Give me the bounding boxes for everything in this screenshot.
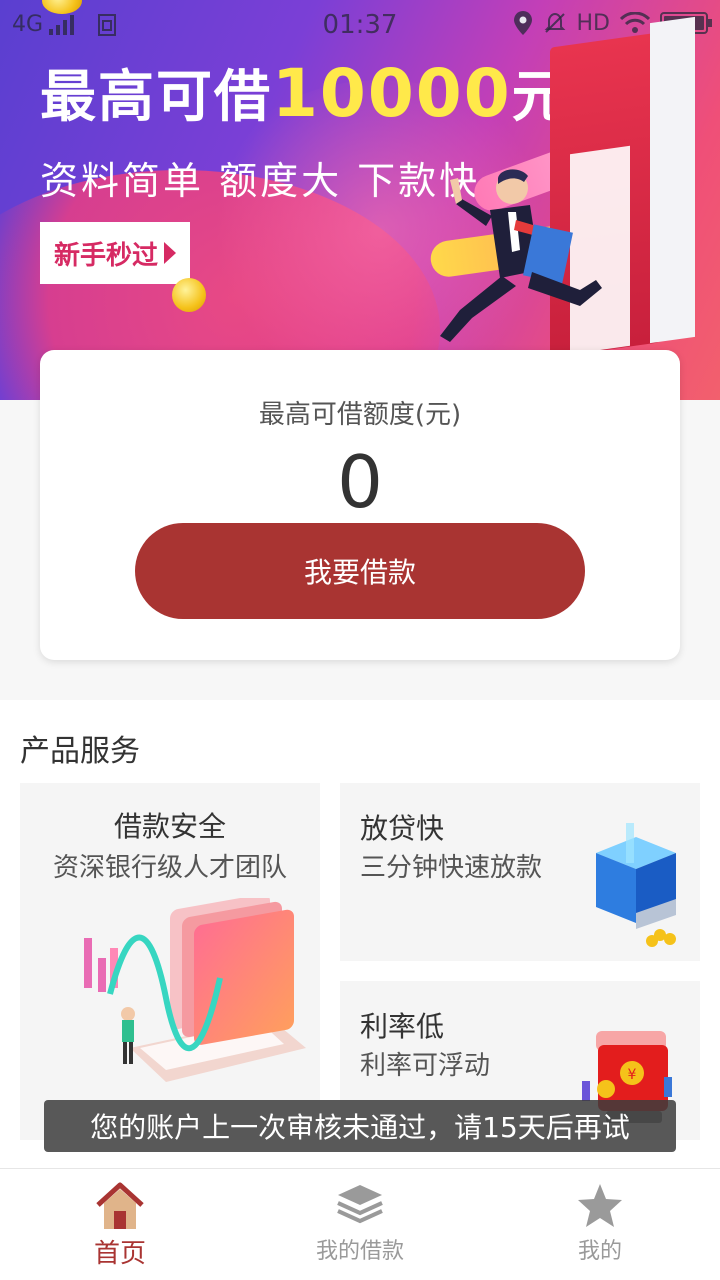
home-icon bbox=[96, 1182, 144, 1229]
tab-label: 首页 bbox=[93, 1239, 146, 1269]
play-arrow-icon bbox=[164, 242, 176, 264]
running-man-illustration bbox=[440, 169, 602, 342]
coin-machine-illustration bbox=[596, 823, 676, 947]
limit-label: 最高可借额度(元) bbox=[258, 400, 462, 430]
limit-card: 最高可借额度(元) 0 我要借款 bbox=[40, 350, 680, 660]
product-subtitle: 三分钟快速放款 bbox=[360, 853, 543, 883]
product-title: 利率低 bbox=[360, 1010, 445, 1043]
headline-prefix: 最高可借 bbox=[40, 65, 272, 130]
laptop-chart-illustration bbox=[84, 898, 306, 1082]
app-screen: 4G 01:37 HD 最高可借10000元 资料简单 额度大 下款快 新手秒过… bbox=[0, 0, 720, 1280]
star-icon bbox=[578, 1184, 622, 1227]
svg-text:¥: ¥ bbox=[628, 1067, 637, 1083]
headline-amount: 10000 bbox=[272, 55, 512, 132]
section-title: 产品服务 bbox=[20, 734, 140, 769]
newbie-fast-label: 新手秒过 bbox=[54, 240, 159, 271]
product-title: 借款安全 bbox=[113, 810, 226, 843]
location-icon bbox=[513, 11, 532, 35]
banner-headline: 最高可借10000元 bbox=[40, 52, 570, 133]
product-tile-safe[interactable]: 借款安全 资深银行级人才团队 bbox=[20, 783, 320, 1140]
tab-home[interactable]: 首页 bbox=[0, 1169, 240, 1280]
limit-value: 0 bbox=[337, 440, 383, 524]
newbie-fast-button[interactable]: 新手秒过 bbox=[40, 222, 190, 284]
bottom-tab-bar: 首页 我的借款 我的 bbox=[0, 1168, 720, 1280]
tab-my-loans[interactable]: 我的借款 bbox=[240, 1169, 480, 1280]
tab-label: 我的借款 bbox=[315, 1239, 404, 1264]
borrow-button[interactable]: 我要借款 bbox=[135, 523, 585, 619]
banner-subline: 资料简单 额度大 下款快 bbox=[40, 159, 481, 203]
promo-banner[interactable]: 4G 01:37 HD 最高可借10000元 资料简单 额度大 下款快 新手秒过 bbox=[0, 0, 720, 400]
layers-icon bbox=[337, 1185, 383, 1224]
tab-mine[interactable]: 我的 bbox=[480, 1169, 720, 1280]
product-title: 放贷快 bbox=[360, 812, 445, 845]
product-subtitle: 利率可浮动 bbox=[360, 1051, 491, 1081]
tab-label: 我的 bbox=[577, 1239, 622, 1264]
rejection-toast: 您的账户上一次审核未通过，请15天后再试 bbox=[44, 1100, 676, 1152]
product-tile-fast[interactable]: 放贷快 三分钟快速放款 bbox=[340, 783, 700, 961]
coin-icon bbox=[172, 278, 206, 312]
product-subtitle: 资深银行级人才团队 bbox=[52, 853, 287, 883]
